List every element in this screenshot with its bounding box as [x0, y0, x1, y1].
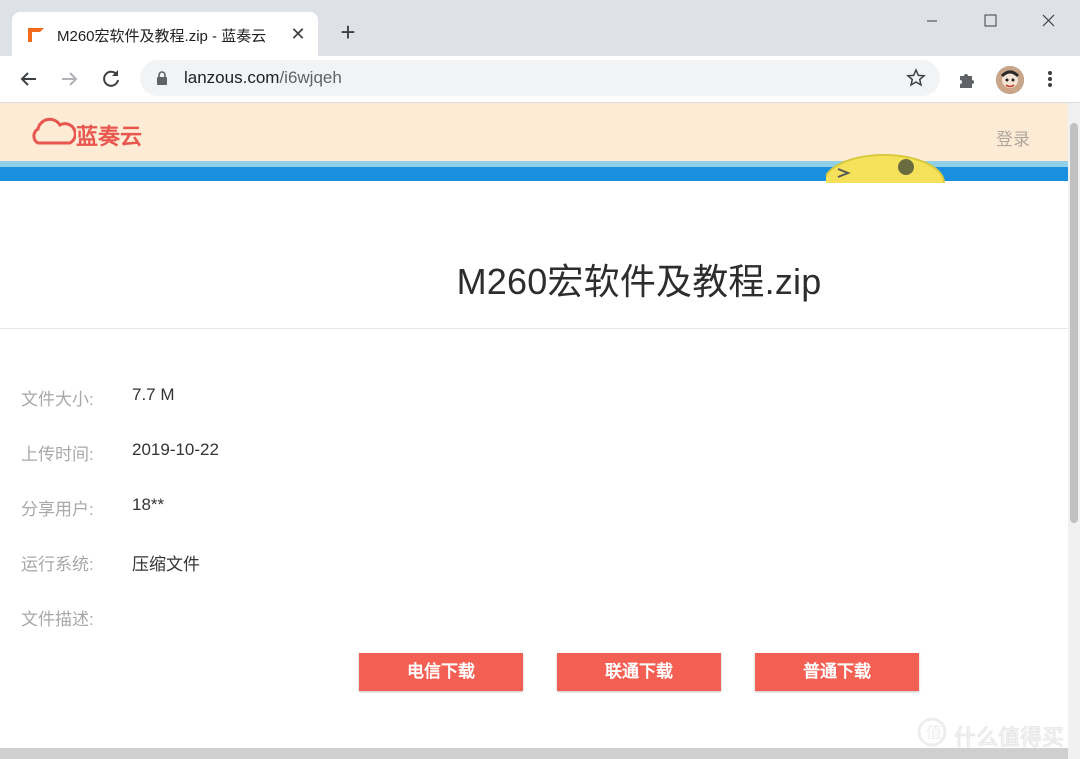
- cloud-logo-icon: [32, 117, 77, 145]
- normal-download-button[interactable]: 普通下载: [755, 653, 919, 691]
- tab-close-icon[interactable]: ✕: [288, 24, 308, 44]
- lock-icon: [157, 71, 167, 85]
- file-title: M260宏软件及教程.zip: [456, 261, 822, 302]
- logo-text: 蓝奏云: [76, 124, 143, 149]
- url-domain: lanzous.com: [184, 68, 280, 87]
- watermark-text: 什么值得买: [954, 725, 1065, 750]
- svg-text:值: 值: [926, 723, 942, 742]
- url-path: /i6wjqeh: [279, 68, 342, 87]
- forward-arrow-icon[interactable]: [56, 66, 82, 92]
- info-value: 压缩文件: [132, 555, 200, 574]
- bookmark-star-icon[interactable]: [906, 68, 926, 88]
- login-link[interactable]: 登录: [996, 125, 1030, 150]
- watermark: 值 什么值得买: [916, 716, 1064, 750]
- scrollbar-thumb[interactable]: [1070, 123, 1078, 523]
- telecom-download-button[interactable]: 电信下载: [359, 653, 523, 691]
- lanzou-favicon-icon: [28, 28, 44, 42]
- watermark-logo-icon: 值: [917, 717, 947, 747]
- unicom-download-button[interactable]: 联通下载: [557, 653, 721, 691]
- minimize-icon[interactable]: [910, 8, 954, 34]
- info-label: 分享用户:: [21, 500, 94, 519]
- window-close-icon[interactable]: [1026, 8, 1070, 34]
- new-tab-plus-icon[interactable]: +: [336, 19, 360, 45]
- browser-tabstrip: M260宏软件及教程.zip - 蓝奏云 ✕ +: [0, 0, 1080, 56]
- url-text: lanzous.com/i6wjqeh: [184, 68, 342, 88]
- info-label: 运行系统:: [21, 555, 94, 574]
- profile-avatar[interactable]: [996, 66, 1024, 94]
- reload-icon[interactable]: [98, 66, 124, 92]
- title-divider: [0, 328, 1068, 329]
- info-value: 7.7 M: [132, 385, 175, 404]
- browser-toolbar: lanzous.com/i6wjqeh: [0, 56, 1080, 103]
- info-label: 上传时间:: [21, 445, 94, 464]
- extensions-puzzle-icon[interactable]: [956, 68, 980, 92]
- vertical-scrollbar[interactable]: [1068, 103, 1080, 759]
- address-bar[interactable]: lanzous.com/i6wjqeh: [140, 60, 940, 96]
- page-bottom-strip: [0, 748, 1068, 759]
- info-value: 18**: [132, 495, 165, 514]
- mascot-icon: [826, 154, 945, 183]
- avatar-image-icon: [996, 66, 1024, 94]
- info-label: 文件描述:: [21, 610, 94, 629]
- page-viewport: 蓝奏云 登录 M260宏软件及教程.zip 文件大小: 7.7 M 上传时间: …: [0, 103, 1068, 759]
- maximize-icon[interactable]: [968, 8, 1012, 34]
- back-arrow-icon[interactable]: [16, 66, 42, 92]
- more-menu-icon[interactable]: [1040, 67, 1060, 91]
- tab-title: M260宏软件及教程.zip - 蓝奏云: [57, 28, 267, 45]
- info-value: 2019-10-22: [132, 440, 219, 459]
- browser-tab[interactable]: M260宏软件及教程.zip - 蓝奏云 ✕: [12, 12, 318, 56]
- site-logo[interactable]: 蓝奏云: [28, 117, 142, 151]
- info-label: 文件大小:: [21, 390, 94, 409]
